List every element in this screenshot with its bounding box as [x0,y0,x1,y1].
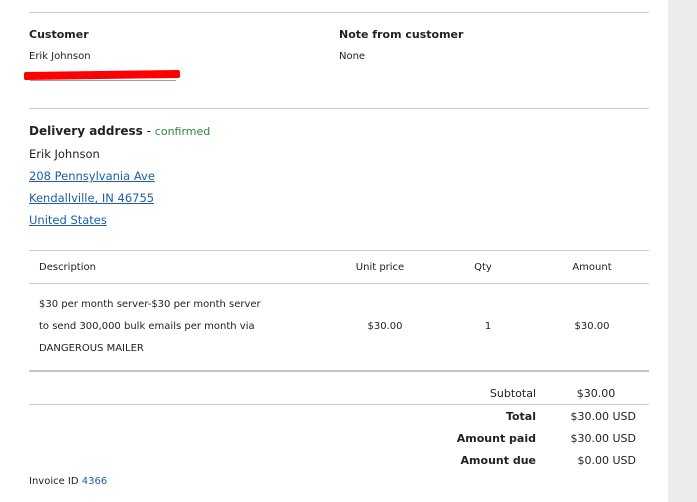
subtotal-label: Subtotal [489,387,536,400]
total-label: Total [505,410,536,423]
header-qty: Qty [474,262,492,273]
subtotal-divider [29,404,649,405]
note-value: None [339,51,366,62]
customer-label: Customer [29,28,89,41]
invoice-id-label: Invoice ID [29,476,79,487]
table-top-divider [29,250,649,251]
delivery-separator: - [142,124,155,138]
delivery-street-link[interactable]: 208 Pennsylvania Ave [29,169,155,183]
header-amount: Amount [572,262,612,273]
amount-due-label: Amount due [460,454,536,467]
invoice-id-line: Invoice ID 4366 [29,476,107,487]
row-unit-price: $30.00 [367,321,403,332]
subtotal-value: $30.00 [576,387,616,400]
redaction-mark [23,69,181,81]
total-value: $30.00 USD [570,410,637,423]
amount-paid-label: Amount paid [456,432,536,445]
customer-name: Erik Johnson [29,51,91,62]
row-description-line-2: to send 300,000 bulk emails per month vi… [39,321,255,332]
invoice-sheet: Customer Erik Johnson Note from customer… [0,0,668,502]
note-label: Note from customer [339,28,464,41]
header-divider [29,283,649,284]
delivery-city-link[interactable]: Kendallville, IN 46755 [29,191,154,205]
delivery-heading: Delivery address - confirmed [29,124,210,138]
top-divider [29,12,649,13]
delivery-country-link[interactable]: United States [29,213,107,227]
row-description-line-1: $30 per month server-$30 per month serve… [39,299,261,310]
delivery-name: Erik Johnson [29,147,100,161]
invoice-id-link[interactable]: 4366 [82,476,107,487]
header-description: Description [39,262,96,273]
customer-divider [29,108,649,109]
row-amount: $30.00 [574,321,610,332]
amount-due-value: $0.00 USD [577,454,637,467]
row-description-line-3: DANGEROUS MAILER [39,343,144,354]
row-divider [29,370,649,372]
amount-paid-value: $30.00 USD [570,432,637,445]
row-qty: 1 [484,321,492,332]
delivery-label: Delivery address [29,124,143,138]
redacted-email-underline [30,80,176,81]
header-unit-price: Unit price [355,262,405,273]
delivery-status: confirmed [154,125,211,138]
